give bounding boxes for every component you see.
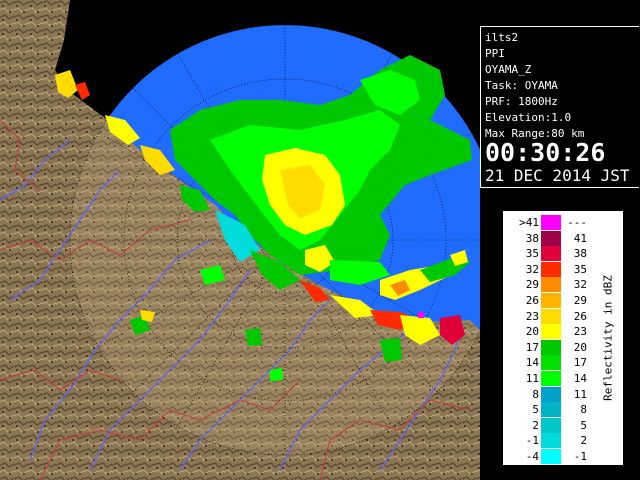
legend-row: -4 -1 — [503, 449, 623, 465]
elevation-value: Elevation:1.0 — [485, 111, 572, 124]
legend-color-swatch — [541, 293, 561, 308]
legend-color-swatch — [541, 246, 561, 262]
legend-color-swatch — [541, 449, 561, 464]
legend-color-swatch — [541, 417, 561, 433]
legend-color-swatch — [541, 215, 561, 230]
legend-row: >41 --- — [503, 215, 623, 231]
legend-lower-value: 17 — [525, 340, 539, 354]
legend-upper-value: -1 — [573, 450, 587, 463]
scan-time: 00:30:26 — [485, 138, 606, 167]
radar-info-panel: ilts2 PPI OYAMA_Z Task: OYAMA PRF: 1800H… — [480, 26, 639, 188]
legend-color-swatch — [541, 402, 561, 418]
radar-ppi-map[interactable] — [0, 0, 480, 480]
legend-title: Reflectivity in dBZ — [583, 233, 633, 443]
legend-color-swatch — [541, 339, 561, 355]
legend-color-swatch — [541, 371, 561, 386]
legend-title-text: Reflectivity in dBZ — [601, 275, 615, 401]
legend-color-swatch — [541, 433, 561, 449]
legend-lower-value: 23 — [525, 309, 539, 323]
legend-lower-value: 38 — [525, 231, 539, 245]
legend-color-swatch — [541, 277, 561, 293]
legend-lower-value: >41 — [519, 216, 539, 229]
legend-color-swatch — [541, 308, 561, 324]
legend-color-swatch — [541, 230, 561, 246]
legend-lower-value: 20 — [525, 325, 539, 339]
color-scale-legend: >41 --- 38 41 35 38 32 35 29 32 26 29 23 26 20 23 17 20 14… — [502, 210, 624, 466]
legend-lower-value: 32 — [525, 262, 539, 276]
legend-color-swatch — [541, 386, 561, 402]
task-name: Task: OYAMA — [485, 79, 558, 92]
legend-lower-value: 26 — [525, 294, 539, 307]
legend-lower-value: -1 — [525, 434, 539, 448]
legend-lower-value: 8 — [532, 387, 539, 401]
legend-lower-value: 14 — [525, 356, 539, 370]
scan-mode: PPI — [485, 47, 505, 60]
legend-lower-value: 2 — [532, 418, 539, 432]
prf-value: PRF: 1800Hz — [485, 95, 558, 108]
legend-lower-value: 11 — [525, 372, 539, 385]
radar-ppi-image — [0, 0, 480, 480]
legend-lower-value: 35 — [525, 247, 539, 261]
legend-lower-value: 5 — [532, 403, 539, 417]
legend-color-swatch — [541, 355, 561, 371]
legend-color-swatch — [541, 324, 561, 340]
scan-date: 21 DEC 2014 JST — [485, 166, 630, 185]
legend-upper-value: --- — [567, 216, 587, 229]
system-name: ilts2 — [485, 31, 519, 44]
legend-lower-value: -4 — [525, 450, 539, 463]
product-name: OYAMA_Z — [485, 63, 532, 76]
legend-color-swatch — [541, 261, 561, 277]
legend-lower-value: 29 — [525, 278, 539, 292]
